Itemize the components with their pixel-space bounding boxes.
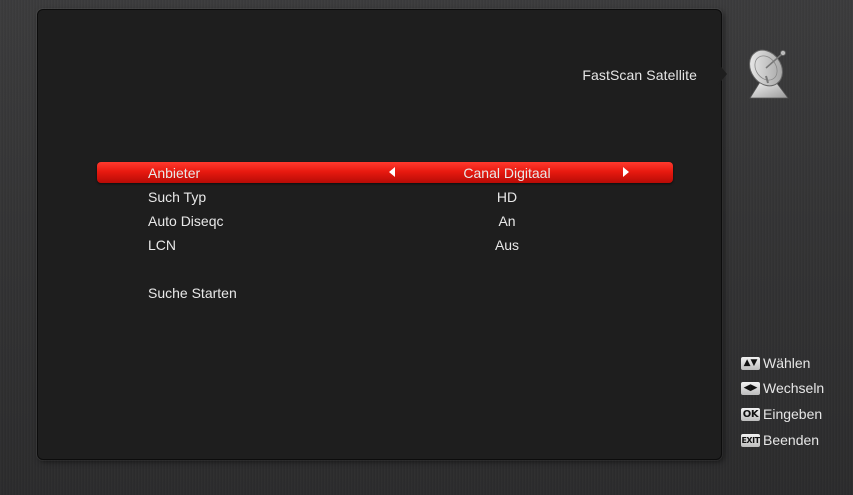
legend-item-eingeben: OK Eingeben (741, 406, 822, 424)
menu-item-anbieter[interactable]: Anbieter Canal Digitaal (97, 162, 673, 183)
menu-item-label: Such Typ (148, 189, 207, 205)
ok-key-icon: OK (741, 407, 760, 421)
menu-item-label: Suche Starten (148, 285, 237, 301)
menu-item-value: Canal Digitaal (463, 165, 551, 181)
menu-item-label: Auto Diseqc (148, 213, 224, 229)
satellite-dish-icon (749, 49, 789, 99)
legend-item-wechseln: ◀▶ Wechseln (741, 380, 824, 398)
menu-item-value: An (498, 213, 516, 229)
legend-item-waehlen: ▲▼ Wählen (741, 355, 810, 373)
left-right-key-icon: ◀▶ (741, 381, 760, 395)
arrow-right-icon[interactable] (623, 167, 629, 177)
menu-item-value: Aus (494, 237, 520, 253)
title-pointer (718, 63, 727, 85)
arrow-left-icon[interactable] (389, 167, 395, 177)
menu-item-label: LCN (148, 237, 177, 253)
menu-item-label: Anbieter (148, 165, 201, 181)
menu-item-lcn[interactable]: LCN Aus (97, 234, 673, 255)
up-down-key-icon: ▲▼ (741, 356, 760, 370)
legend-label: Eingeben (763, 406, 823, 422)
legend-label: Wechseln (763, 380, 825, 396)
menu-item-value: HD (496, 189, 518, 205)
legend-label: Wählen (763, 355, 811, 371)
page-title: FastScan Satellite (582, 67, 697, 83)
menu-item-such-typ[interactable]: Such Typ HD (97, 186, 673, 207)
exit-key-icon: EXIT (741, 433, 760, 447)
legend-label: Beenden (763, 432, 820, 448)
menu-item-suche-starten[interactable]: Suche Starten (97, 282, 673, 303)
menu-item-auto-diseqc[interactable]: Auto Diseqc An (97, 210, 673, 231)
legend-item-beenden: EXIT Beenden (741, 432, 819, 450)
